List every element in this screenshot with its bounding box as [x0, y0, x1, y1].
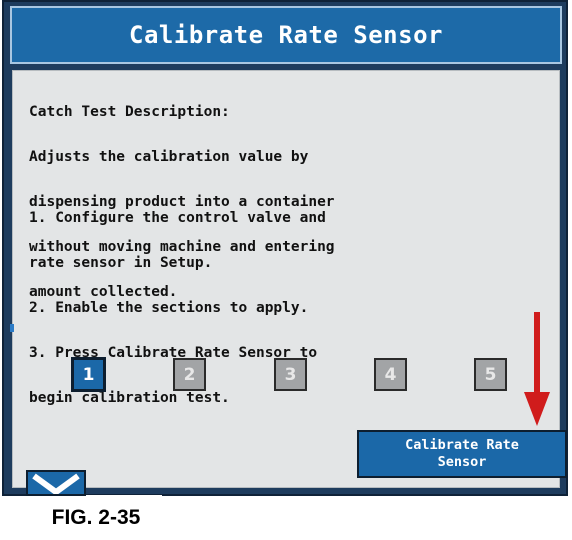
section-3-button[interactable]: 3: [274, 358, 307, 391]
chevron-down-icon: [32, 473, 80, 494]
section-4-button[interactable]: 4: [374, 358, 407, 391]
calibrate-rate-sensor-button[interactable]: Calibrate Rate Sensor: [357, 430, 567, 478]
instruction-steps: 1. Configure the control valve and rate …: [29, 181, 549, 436]
red-arrow-head-icon: [524, 392, 550, 426]
section-5-button[interactable]: 5: [474, 358, 507, 391]
calibrate-button-line2: Sensor: [437, 454, 487, 470]
red-arrow-down-icon: [534, 312, 540, 400]
scroll-marker: [10, 324, 14, 332]
description-line: Adjusts the calibration value by: [29, 149, 309, 165]
step-line: 1. Configure the control valve and: [29, 210, 326, 226]
page-title: Calibrate Rate Sensor: [129, 21, 443, 49]
step-line: rate sensor in Setup.: [29, 255, 213, 271]
section-1-button[interactable]: 1: [72, 358, 105, 391]
section-2-button[interactable]: 2: [173, 358, 206, 391]
description-line: Catch Test Description:: [29, 104, 230, 120]
title-bar: Calibrate Rate Sensor: [10, 6, 562, 64]
figure-label: FIG. 2-35: [30, 495, 162, 540]
content-panel: Catch Test Description: Adjusts the cali…: [12, 70, 567, 540]
back-button[interactable]: [26, 470, 86, 496]
calibrate-screen: Calibrate Rate Sensor Catch Test Descrip…: [2, 0, 568, 540]
step-line: begin calibration test.: [29, 390, 230, 406]
step-line: 2. Enable the sections to apply.: [29, 300, 309, 316]
calibrate-button-line1: Calibrate Rate: [405, 437, 519, 453]
